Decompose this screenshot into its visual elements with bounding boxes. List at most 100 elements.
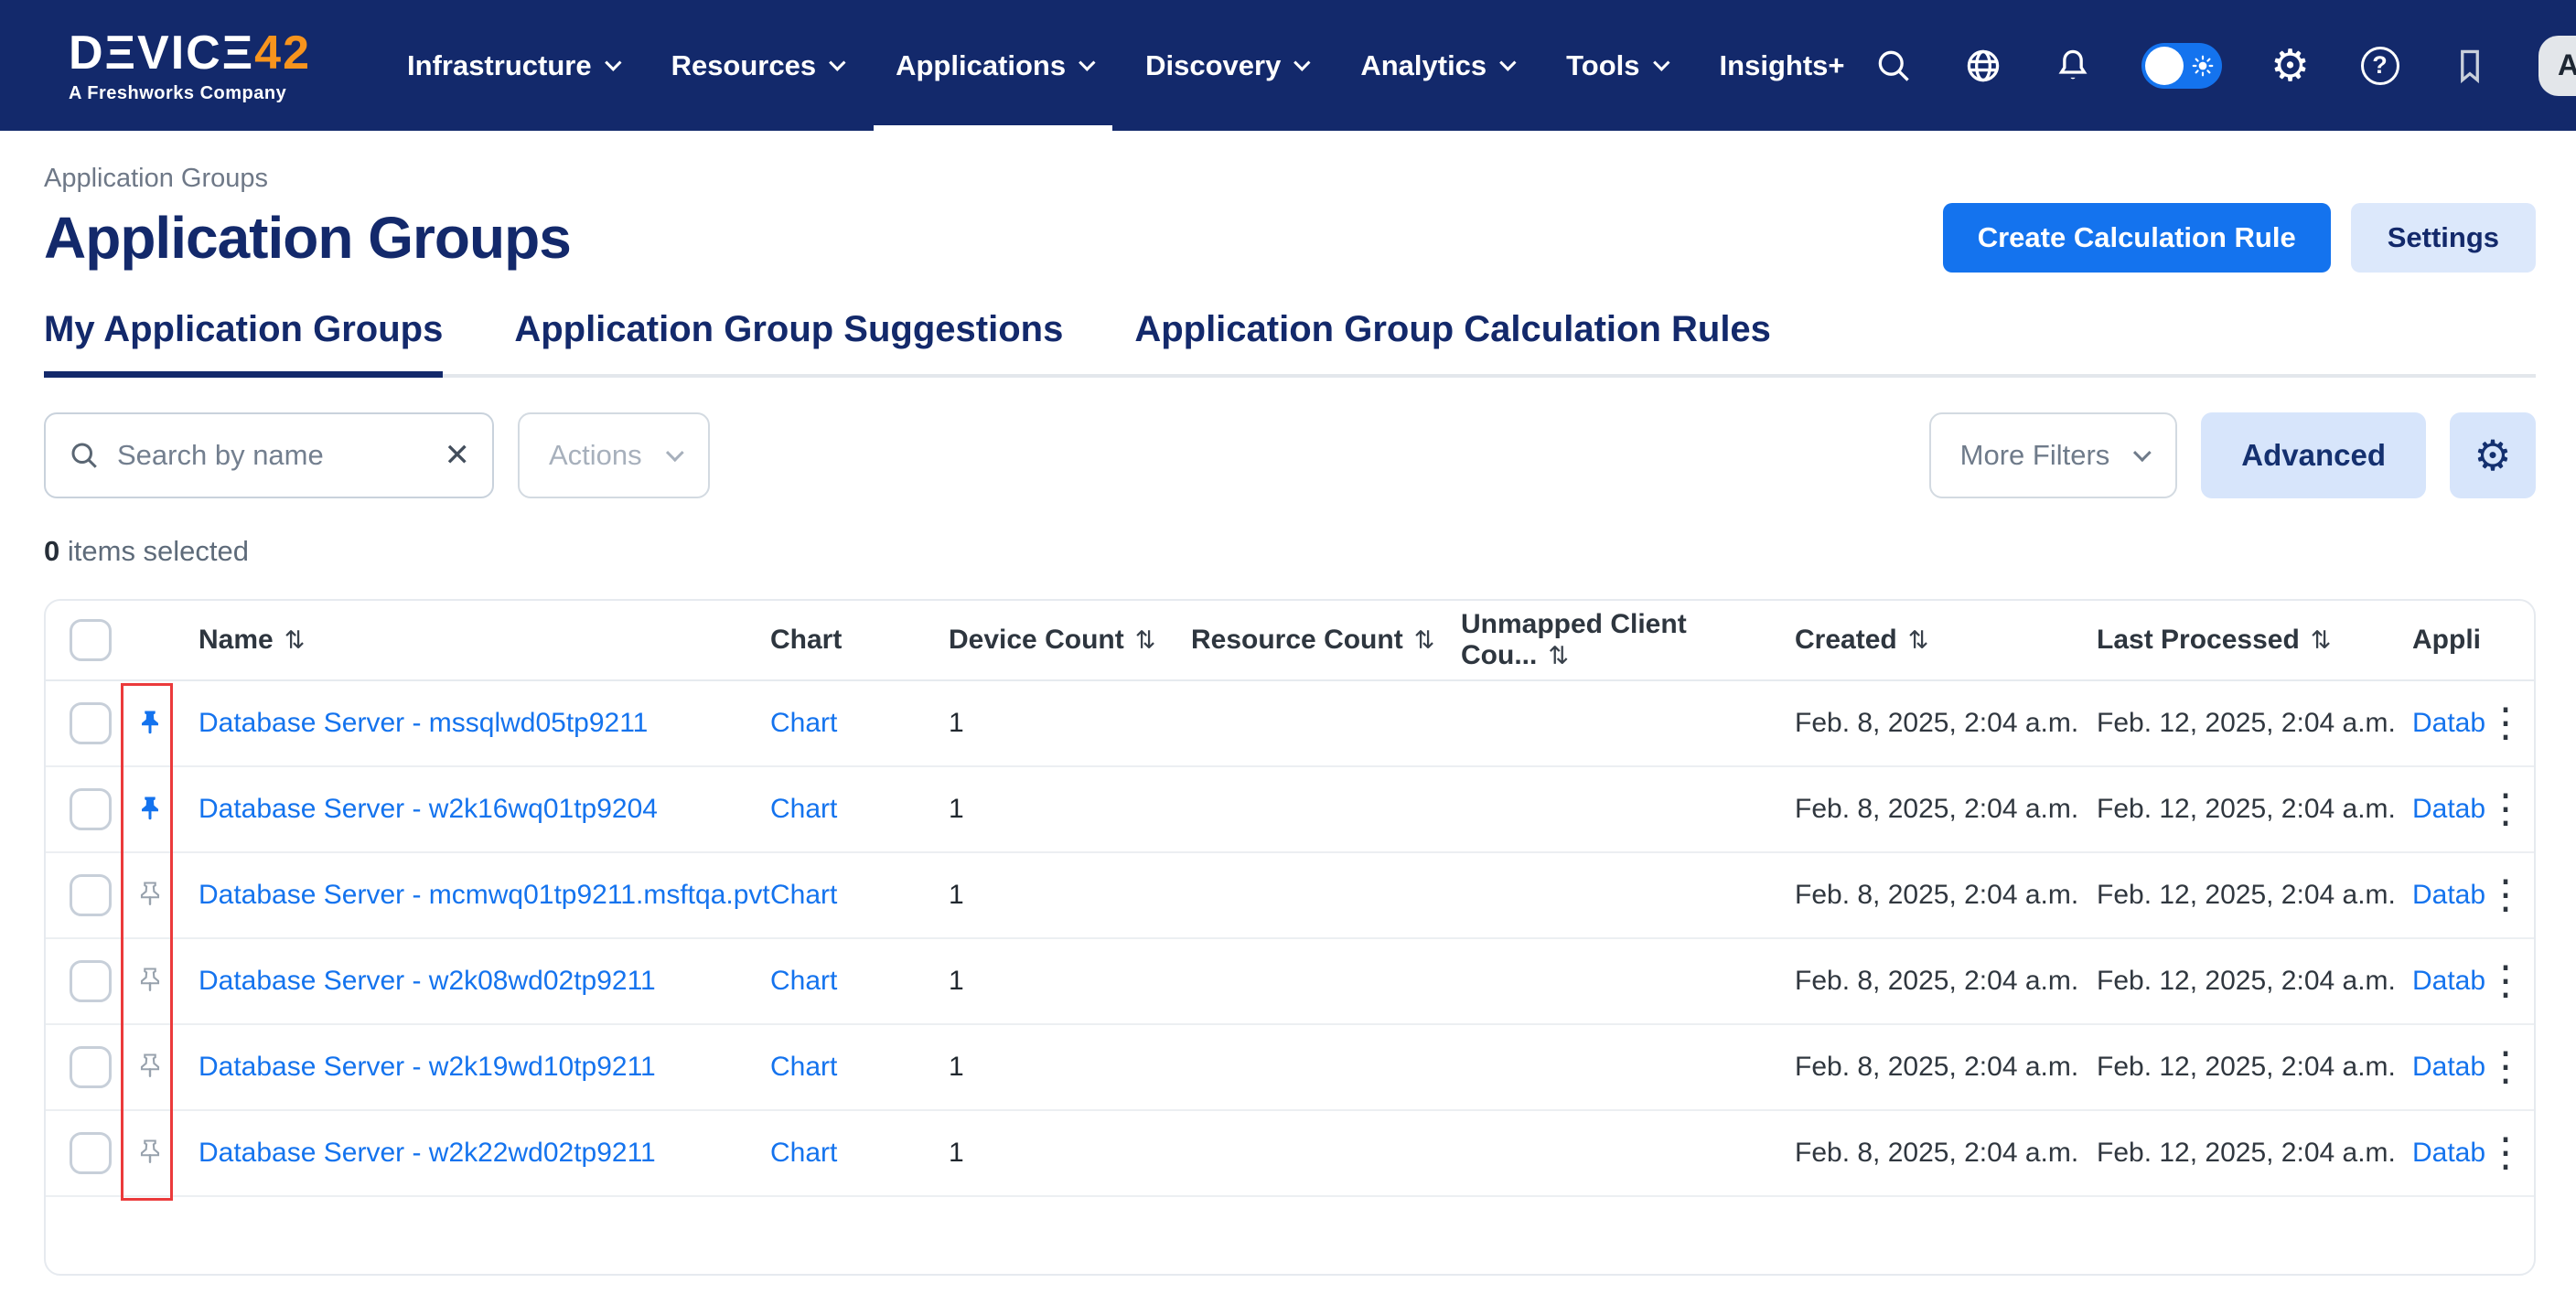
chart-link[interactable]: Chart	[770, 1052, 837, 1082]
main-content: Application Groups Application Groups Cr…	[0, 131, 2576, 568]
chart-link[interactable]: Chart	[770, 1138, 837, 1168]
bookmark-icon[interactable]	[2449, 45, 2491, 87]
settings-button[interactable]: Settings	[2351, 203, 2536, 273]
tab-my-application-groups[interactable]: My Application Groups	[44, 309, 443, 378]
avatar[interactable]: A	[2538, 36, 2576, 96]
created-date: Feb. 8, 2025, 2:04 a.m.	[1795, 708, 2097, 739]
pin-icon-pinned[interactable]	[134, 793, 166, 826]
chart-link[interactable]: Chart	[770, 966, 837, 996]
sort-icon[interactable]: ⇅	[1414, 626, 1435, 655]
filter-right-group: More Filters Advanced ⚙	[1929, 412, 2536, 498]
tab-application-group-suggestions[interactable]: Application Group Suggestions	[514, 309, 1063, 378]
application-link[interactable]: Datab	[2412, 1138, 2485, 1169]
help-icon[interactable]: ?	[2359, 45, 2401, 87]
gear-icon[interactable]: ⚙	[2270, 45, 2312, 87]
row-checkbox[interactable]	[70, 788, 112, 830]
application-group-link[interactable]: Database Server - w2k22wd02tp9211	[199, 1138, 656, 1168]
device-count: 1	[949, 708, 1191, 739]
sort-icon[interactable]: ⇅	[1908, 626, 1929, 655]
pin-icon-pinned[interactable]	[134, 707, 166, 740]
column-header-created[interactable]: Created⇅	[1795, 625, 2097, 656]
kebab-menu-icon[interactable]: ⋮	[2485, 703, 2526, 743]
tab-application-group-calculation-rules[interactable]: Application Group Calculation Rules	[1134, 309, 1771, 378]
chevron-down-icon	[605, 54, 621, 70]
application-link[interactable]: Datab	[2412, 1052, 2485, 1083]
kebab-menu-icon[interactable]: ⋮	[2485, 1133, 2526, 1173]
device42-logo[interactable]: DΞVICΞ42 A Freshworks Company	[69, 29, 311, 102]
nav-insights[interactable]: Insights+	[1692, 0, 1873, 131]
chart-link[interactable]: Chart	[770, 794, 837, 824]
select-all-checkbox[interactable]	[70, 619, 112, 661]
nav-applications[interactable]: Applications	[868, 0, 1118, 131]
column-header-unmapped-client-count[interactable]: Unmapped Client Cou...⇅	[1461, 609, 1795, 671]
pin-icon-unpinned[interactable]	[134, 1051, 166, 1084]
create-calculation-rule-button[interactable]: Create Calculation Rule	[1943, 203, 2331, 273]
column-header-device-count[interactable]: Device Count⇅	[949, 625, 1191, 656]
kebab-menu-icon[interactable]: ⋮	[2485, 789, 2526, 829]
topbar-utilities: ⚙ ? A	[1873, 36, 2576, 96]
application-link[interactable]: Datab	[2412, 708, 2485, 739]
table-header-row: Name⇅ Chart Device Count⇅ Resource Count…	[46, 601, 2534, 681]
device42-logo-text: DΞVICΞ42	[69, 29, 311, 77]
last-processed-date: Feb. 12, 2025, 2:04 a.m.	[2097, 1138, 2412, 1169]
last-processed-date: Feb. 12, 2025, 2:04 a.m.	[2097, 1052, 2412, 1083]
application-group-link[interactable]: Database Server - w2k08wd02tp9211	[199, 966, 656, 996]
created-date: Feb. 8, 2025, 2:04 a.m.	[1795, 1052, 2097, 1083]
search-icon[interactable]	[1873, 45, 1915, 87]
application-group-link[interactable]: Database Server - w2k19wd10tp9211	[199, 1052, 656, 1082]
device-count: 1	[949, 1052, 1191, 1083]
pin-icon-unpinned[interactable]	[134, 1137, 166, 1170]
pin-icon-unpinned[interactable]	[134, 879, 166, 912]
row-checkbox[interactable]	[70, 1132, 112, 1174]
nav-analytics[interactable]: Analytics	[1333, 0, 1539, 131]
top-navigation-bar: DΞVICΞ42 A Freshworks Company Infrastruc…	[0, 0, 2576, 131]
actions-dropdown[interactable]: Actions	[518, 412, 710, 498]
application-group-link[interactable]: Database Server - mssqlwd05tp9211	[199, 708, 648, 738]
nav-infrastructure[interactable]: Infrastructure	[380, 0, 644, 131]
kebab-menu-icon[interactable]: ⋮	[2485, 875, 2526, 915]
breadcrumb[interactable]: Application Groups	[44, 164, 2536, 194]
advanced-button[interactable]: Advanced	[2201, 412, 2426, 498]
application-link[interactable]: Datab	[2412, 966, 2485, 997]
application-link[interactable]: Datab	[2412, 794, 2485, 825]
device-count: 1	[949, 794, 1191, 825]
nav-resources[interactable]: Resources	[644, 0, 869, 131]
column-header-resource-count[interactable]: Resource Count⇅	[1191, 625, 1461, 656]
table-settings-button[interactable]: ⚙	[2450, 412, 2536, 498]
chart-link[interactable]: Chart	[770, 880, 837, 910]
row-checkbox[interactable]	[70, 960, 112, 1002]
more-filters-dropdown[interactable]: More Filters	[1929, 412, 2178, 498]
kebab-menu-icon[interactable]: ⋮	[2485, 1047, 2526, 1087]
notifications-bell-icon[interactable]	[2052, 45, 2094, 87]
application-link[interactable]: Datab	[2412, 880, 2485, 911]
last-processed-date: Feb. 12, 2025, 2:04 a.m.	[2097, 966, 2412, 997]
column-header-name[interactable]: Name⇅	[176, 625, 770, 656]
row-checkbox[interactable]	[70, 702, 112, 744]
nav-discovery[interactable]: Discovery	[1118, 0, 1333, 131]
application-group-link[interactable]: Database Server - mcmwq01tp9211.msftqa.p…	[199, 880, 770, 910]
tab-bar: My Application Groups Application Group …	[44, 309, 2536, 378]
chart-link[interactable]: Chart	[770, 708, 837, 738]
row-checkbox[interactable]	[70, 874, 112, 916]
gear-icon: ⚙	[2474, 434, 2511, 476]
sort-icon[interactable]: ⇅	[1135, 626, 1156, 655]
globe-icon[interactable]	[1962, 45, 2004, 87]
theme-toggle[interactable]	[2141, 43, 2222, 89]
sort-icon[interactable]: ⇅	[284, 626, 306, 655]
close-icon[interactable]: ✕	[445, 437, 471, 474]
nav-tools[interactable]: Tools	[1539, 0, 1691, 131]
page-title: Application Groups	[44, 204, 571, 272]
kebab-menu-icon[interactable]: ⋮	[2485, 961, 2526, 1001]
device-count: 1	[949, 880, 1191, 911]
table-row: Database Server - w2k16wq01tp9204 Chart …	[46, 767, 2534, 853]
chevron-down-icon	[1653, 54, 1669, 70]
chevron-down-icon	[666, 444, 684, 462]
sort-icon[interactable]: ⇅	[1548, 642, 1569, 670]
column-header-last-processed[interactable]: Last Processed⇅	[2097, 625, 2412, 656]
pin-icon-unpinned[interactable]	[134, 965, 166, 998]
row-checkbox[interactable]	[70, 1046, 112, 1088]
application-group-link[interactable]: Database Server - w2k16wq01tp9204	[199, 794, 658, 824]
search-input[interactable]	[117, 439, 428, 472]
created-date: Feb. 8, 2025, 2:04 a.m.	[1795, 794, 2097, 825]
sort-icon[interactable]: ⇅	[2311, 626, 2332, 655]
